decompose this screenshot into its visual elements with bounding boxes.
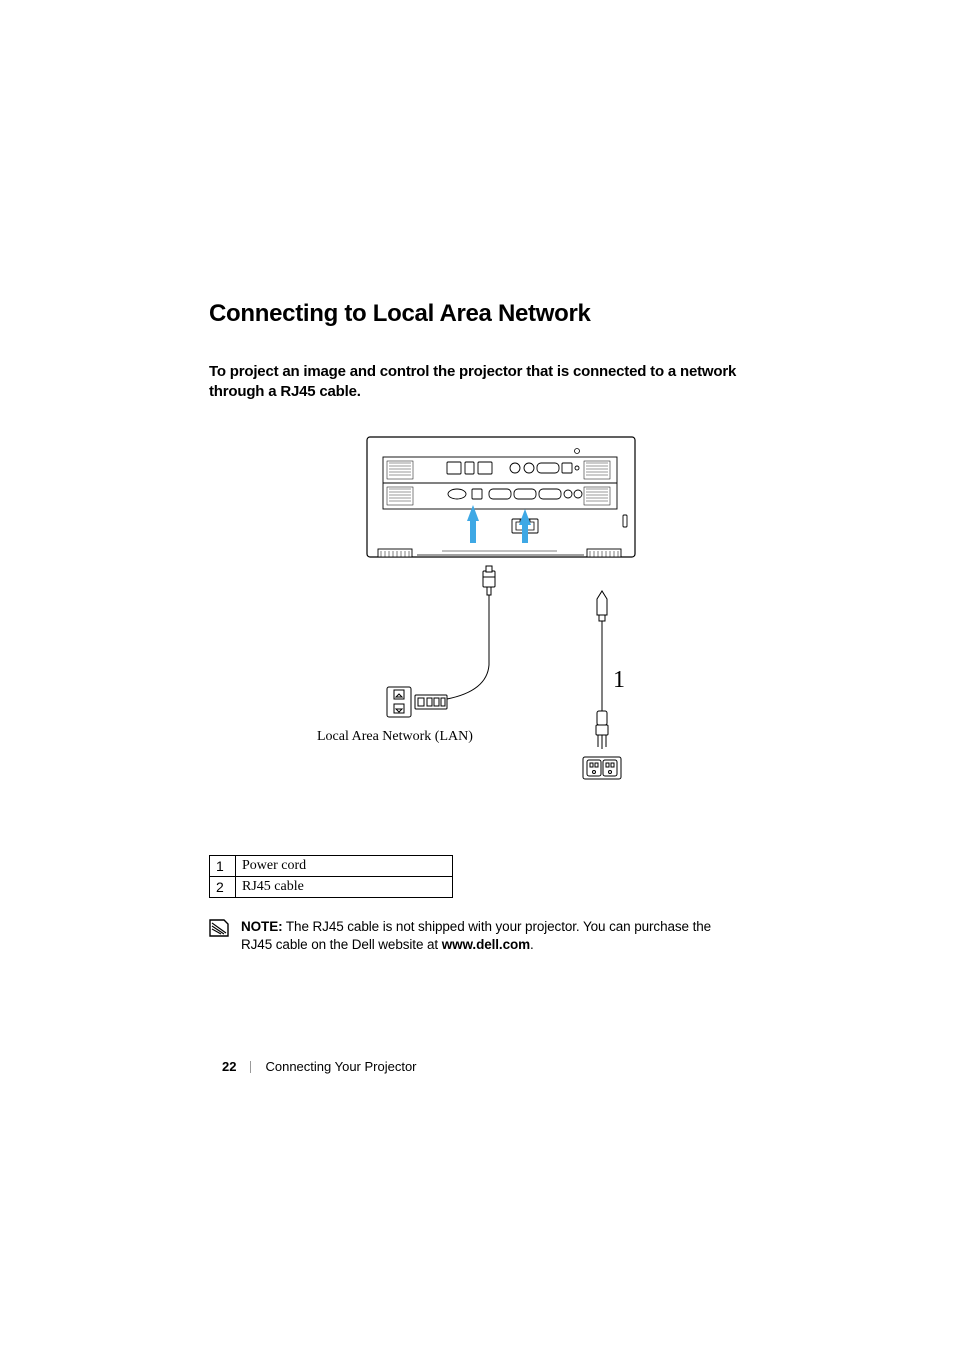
table-row: 1 Power cord [210,855,453,876]
callout-1: 1 [613,667,625,694]
footer-separator [250,1061,251,1073]
legend-num: 1 [210,855,236,876]
note-block: NOTE: The RJ45 cable is not shipped with… [209,918,745,954]
note-text: NOTE: The RJ45 cable is not shipped with… [241,918,745,954]
page-footer: 22 Connecting Your Projector [222,1059,417,1074]
page-sub-heading: To project an image and control the proj… [209,362,745,403]
lan-label: Local Area Network (LAN) [317,729,473,745]
page-number: 22 [222,1059,236,1074]
note-icon [209,919,229,937]
footer-section: Connecting Your Projector [265,1059,416,1074]
legend-desc: Power cord [236,855,453,876]
legend-num: 2 [210,876,236,897]
page-heading: Connecting to Local Area Network [209,300,745,328]
legend-table: 1 Power cord 2 RJ45 cable [209,855,453,898]
diagram-container: Local Area Network (LAN) 1 [209,431,745,811]
note-link: www.dell.com [442,937,530,952]
table-row: 2 RJ45 cable [210,876,453,897]
legend-desc: RJ45 cable [236,876,453,897]
projector-lan-diagram [287,431,667,811]
note-body-after: . [530,937,534,952]
note-label: NOTE: [241,919,283,934]
